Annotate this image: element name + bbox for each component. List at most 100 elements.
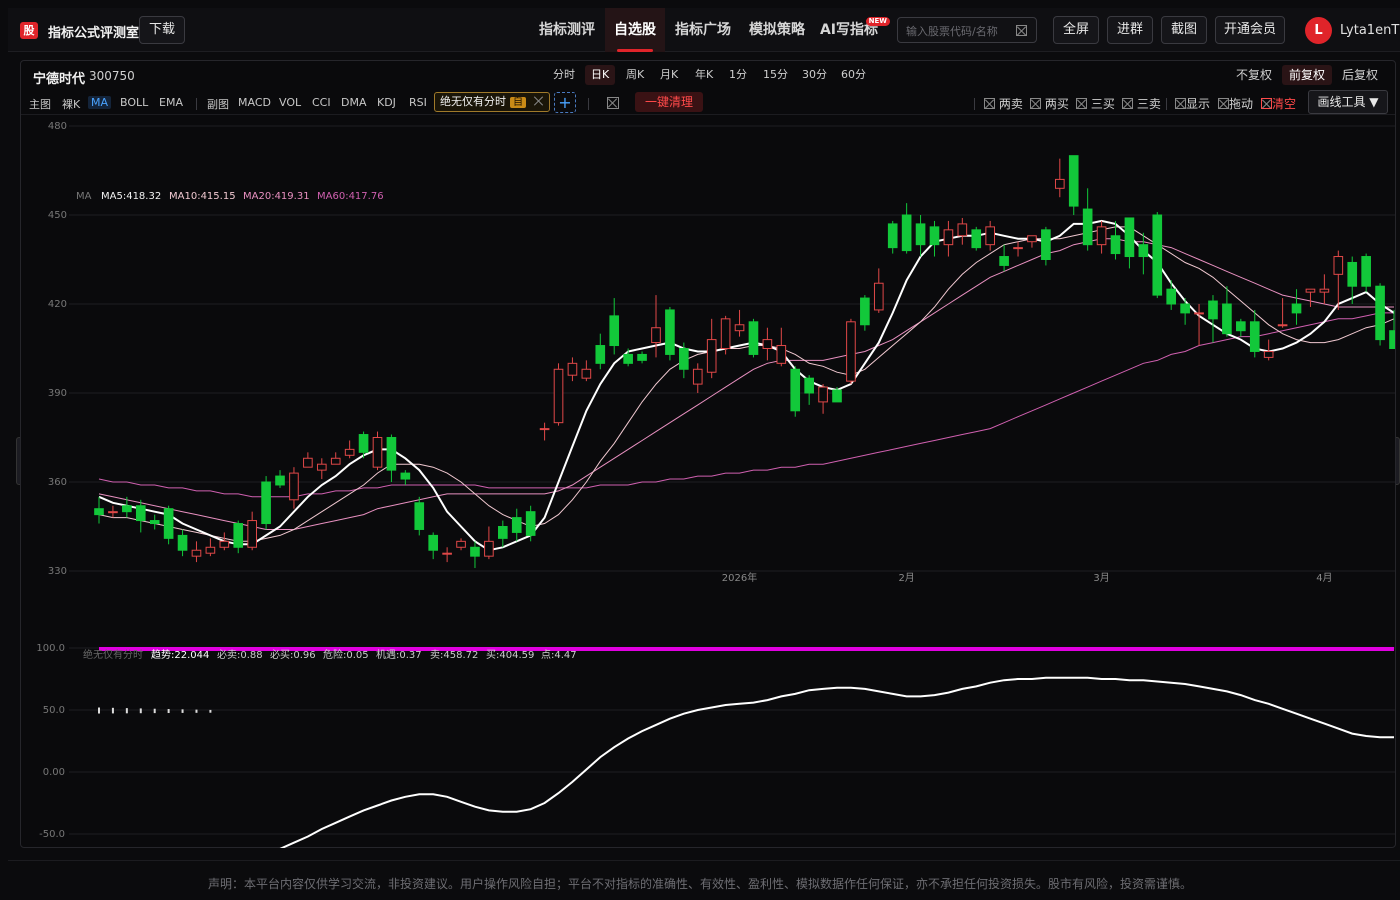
nav-indicator-square[interactable]: 指标广场	[669, 8, 737, 52]
join-group-button[interactable]: 进群	[1107, 16, 1153, 44]
period-tab-intraday[interactable]: 分时	[547, 65, 581, 85]
nav-sim-strategy[interactable]: 模拟策略	[743, 8, 811, 52]
signal-three-sell[interactable]: 三卖	[1122, 95, 1161, 112]
reset-chart-icon[interactable]	[607, 97, 619, 109]
download-button[interactable]: 下载	[139, 16, 185, 44]
sub-ind-vol[interactable]: VOL	[279, 96, 301, 109]
adjust-backward[interactable]: 后复权	[1335, 65, 1385, 85]
candle	[303, 457, 313, 468]
candle	[985, 226, 995, 246]
signal-tick	[209, 709, 212, 713]
candle	[887, 223, 898, 249]
signal-two-buy[interactable]: 两买	[1030, 95, 1069, 112]
candle	[623, 353, 633, 364]
candle	[233, 523, 244, 548]
candle	[748, 321, 759, 355]
y-tick-label: 480	[48, 121, 67, 132]
candles	[94, 155, 1395, 569]
candle	[163, 508, 174, 539]
sub-legend-mustsell: 必卖:0.88	[217, 648, 263, 661]
sub-legend-name: 绝无仅有分时	[83, 648, 143, 661]
toggle-drag[interactable]: 拖动	[1218, 95, 1253, 112]
period-tab-weekly[interactable]: 周K	[620, 65, 650, 85]
search-clear-icon[interactable]	[1016, 25, 1027, 36]
nav-watchlist[interactable]: 自选股	[605, 8, 665, 52]
period-tab-monthly[interactable]: 月K	[654, 65, 684, 85]
nav-indicator-review[interactable]: 指标测评	[533, 8, 601, 52]
candle	[289, 472, 299, 501]
checkbox-icon	[1076, 98, 1087, 109]
clear-drawings[interactable]: 清空	[1261, 95, 1296, 112]
sub-ind-rsi[interactable]: RSI	[409, 96, 427, 109]
candle	[692, 368, 703, 385]
remove-indicator-icon[interactable]	[534, 96, 544, 106]
candle	[609, 315, 620, 347]
sub-ind-dma[interactable]: DMA	[341, 96, 367, 109]
candle	[484, 540, 494, 557]
candle	[1347, 261, 1358, 287]
ma5-legend: MA5:418.32	[101, 191, 161, 202]
candle	[1291, 303, 1302, 314]
candle	[1013, 247, 1023, 250]
candle	[790, 368, 801, 412]
kline-chart[interactable]: 480 450 420 390 360 330 2026年 2月 3月 4月 100.0 50.0 0…	[21, 116, 1395, 848]
candle	[957, 223, 968, 237]
stock-code: 300750	[89, 69, 135, 83]
sub-ind-macd[interactable]: MACD	[238, 96, 271, 109]
candle	[846, 321, 856, 382]
avatar[interactable]: L	[1305, 17, 1332, 44]
signal-two-sell[interactable]: 两卖	[984, 95, 1023, 112]
sub-ind-cci[interactable]: CCI	[312, 96, 331, 109]
custom-badge: 自	[510, 97, 526, 108]
candle	[1027, 235, 1037, 243]
candle	[1333, 256, 1344, 275]
main-ind-boll[interactable]: BOLL	[120, 96, 148, 109]
ma-lines	[98, 219, 1395, 552]
adjust-forward[interactable]: 前复权	[1282, 65, 1333, 85]
candle	[860, 297, 870, 326]
main-ind-ma[interactable]: MA	[88, 96, 112, 109]
candle	[1277, 324, 1288, 327]
period-tab-1min[interactable]: 1分	[723, 65, 753, 85]
candle	[1194, 312, 1204, 315]
stock-search[interactable]	[897, 17, 1037, 43]
active-indicator-tag[interactable]: 绝无仅有分时自	[434, 92, 550, 112]
candle	[1222, 303, 1232, 335]
candle	[177, 534, 188, 551]
sub-chart-label: 副图	[207, 98, 229, 111]
screenshot-button[interactable]: 截图	[1161, 16, 1207, 44]
period-tab-30min[interactable]: 30分	[796, 65, 833, 85]
main-ind-ema[interactable]: EMA	[159, 96, 183, 109]
period-tab-daily[interactable]: 日K	[585, 65, 616, 85]
signal-three-buy[interactable]: 三买	[1076, 95, 1115, 112]
fullscreen-button[interactable]: 全屏	[1053, 16, 1099, 44]
clear-all-button[interactable]: 一键清理	[635, 92, 703, 112]
y-tick-label: 360	[48, 477, 67, 488]
signal-tick	[167, 709, 170, 714]
signal-tick	[111, 707, 114, 714]
toggle-show[interactable]: 显示	[1175, 95, 1210, 112]
y-tick-label: 420	[48, 299, 67, 310]
toolbar-divider	[1166, 98, 1167, 110]
ma20-legend: MA20:419.31	[243, 191, 310, 202]
add-indicator-button[interactable]: +	[554, 92, 576, 113]
draw-tools-dropdown[interactable]: 画线工具 ▼	[1308, 90, 1388, 114]
candle	[316, 463, 327, 471]
candle	[428, 534, 439, 551]
period-tab-60min[interactable]: 60分	[835, 65, 872, 85]
nav-ai-indicator[interactable]: AI写指标 NEW	[818, 8, 890, 52]
sub-legend-point: 点:4.47	[541, 649, 577, 661]
search-input[interactable]	[906, 22, 1011, 40]
x-tick-label: 2月	[898, 572, 914, 584]
period-tab-15min[interactable]: 15分	[757, 65, 794, 85]
username[interactable]: Lyta1enT	[1340, 23, 1399, 38]
signal-label: 清空	[1272, 97, 1297, 111]
adjust-none[interactable]: 不复权	[1229, 65, 1279, 85]
sub-ind-kdj[interactable]: KDJ	[377, 96, 396, 109]
checkbox-icon	[1261, 98, 1272, 109]
membership-button[interactable]: 开通会员	[1215, 16, 1285, 44]
main-ind-naked-k[interactable]: 裸K	[62, 96, 80, 112]
candle	[734, 324, 745, 332]
period-tab-yearly[interactable]: 年K	[689, 65, 719, 85]
candle	[776, 345, 787, 364]
